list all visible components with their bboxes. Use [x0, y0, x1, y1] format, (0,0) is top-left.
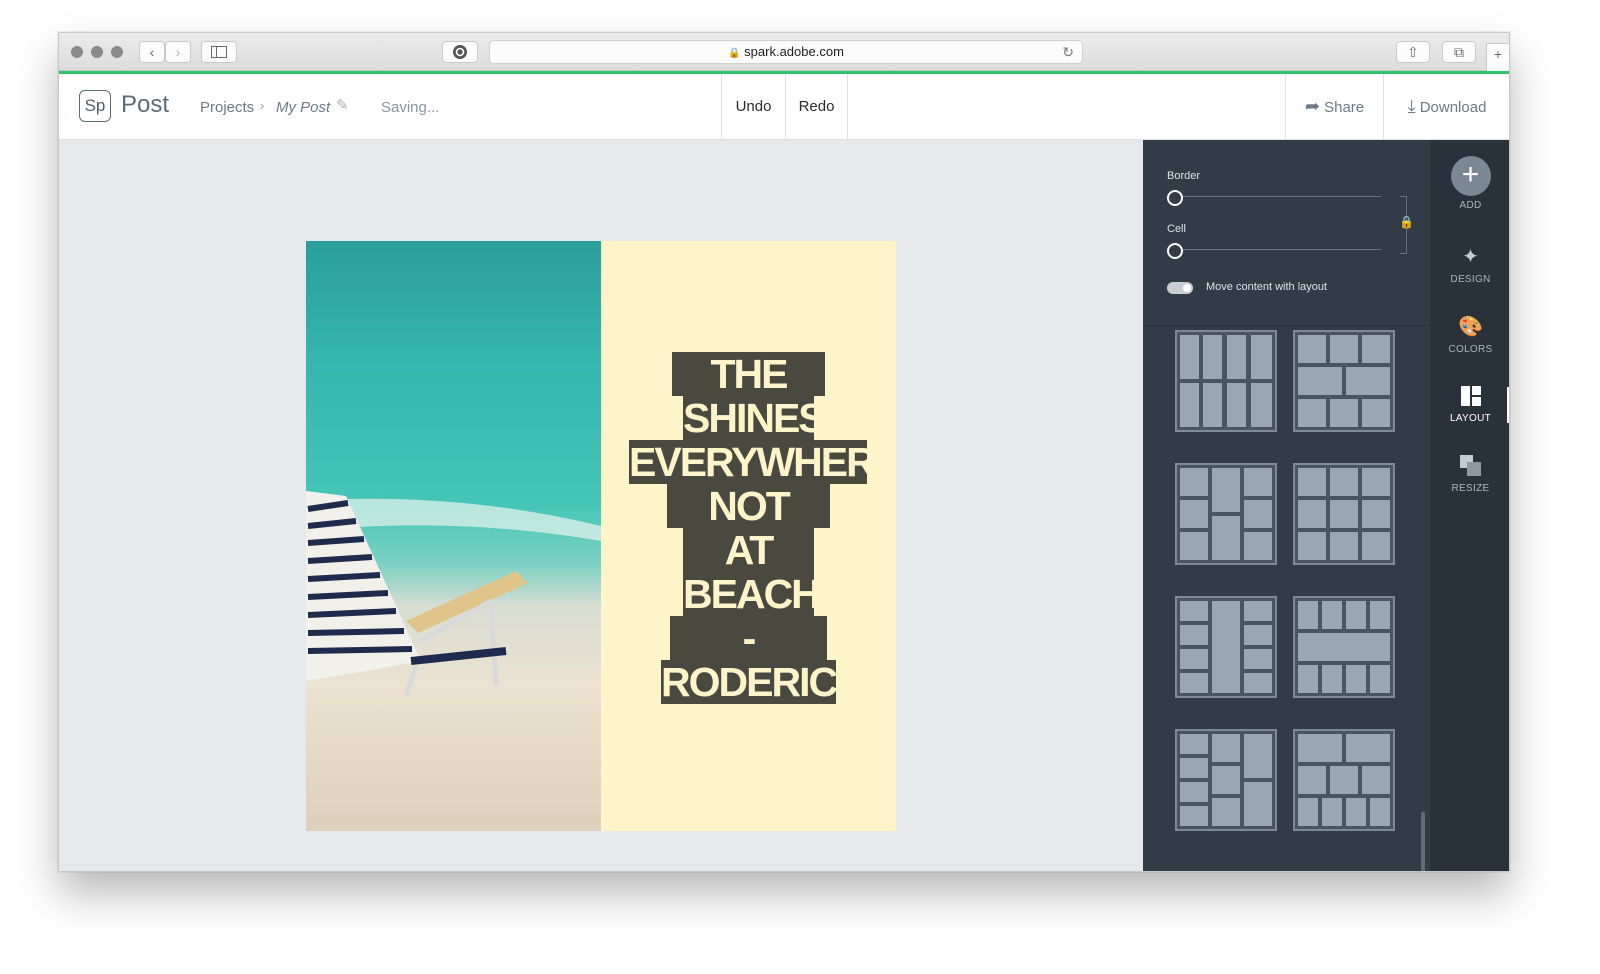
panel-scrollbar[interactable]	[1421, 812, 1425, 871]
layout-option[interactable]	[1293, 463, 1395, 565]
quote-block[interactable]: THE SUN SHINES EVERYWHERE, NOT JUST AT T…	[601, 241, 896, 831]
rail-resize[interactable]: RESIZE	[1430, 453, 1509, 494]
download-icon: ⤓	[1407, 96, 1416, 116]
quote-line: -BRANDE	[670, 616, 835, 704]
tool-rail: + ADD ✦ DESIGN 🎨 COLORS LAYOUT RESIZE	[1430, 140, 1509, 871]
redo-button[interactable]: Redo	[785, 74, 848, 139]
rail-add[interactable]: + ADD	[1430, 156, 1509, 211]
layout-option[interactable]	[1175, 596, 1277, 698]
quote-line: EVERYWHERE,	[629, 439, 896, 485]
plus-icon: +	[1450, 156, 1491, 196]
download-button[interactable]: ⤓ Download	[1383, 74, 1509, 139]
magic-wand-icon: ✦	[1462, 246, 1479, 268]
move-content-toggle[interactable]	[1167, 282, 1193, 294]
cell-label: Cell	[1167, 223, 1186, 235]
pencil-icon[interactable]: ✎	[336, 96, 349, 114]
quote-line: THE SUN	[672, 352, 825, 440]
breadcrumb-separator: ›	[260, 98, 265, 113]
browser-window: ‹ › 🔒 spark.adobe.com ↻ ⇧ ⧉ + Sp Post Pr…	[58, 32, 1510, 872]
quote-line: SHINES	[683, 395, 826, 441]
cell-slider-handle[interactable]	[1167, 243, 1183, 259]
project-name[interactable]: My Post	[276, 99, 330, 116]
save-status: Saving...	[381, 99, 440, 116]
layout-settings: Border Cell 🔒 Move content with layout	[1143, 140, 1430, 326]
cell-slider-track[interactable]	[1177, 249, 1381, 250]
layout-option[interactable]	[1293, 330, 1395, 432]
layout-option[interactable]	[1175, 463, 1277, 565]
app-header: Sp Post Projects › My Post ✎ Saving... U…	[59, 74, 1509, 140]
back-button[interactable]: ‹	[139, 41, 165, 63]
rail-layout-label: LAYOUT	[1449, 413, 1492, 424]
browser-toolbar: ‹ › 🔒 spark.adobe.com ↻ ⇧ ⧉ +	[59, 33, 1509, 71]
border-slider-track[interactable]	[1177, 196, 1381, 197]
app-name: Post	[121, 91, 170, 118]
tabs-overview-button[interactable]: ⧉	[1442, 41, 1476, 63]
layout-panel: Border Cell 🔒 Move content with layout	[1143, 140, 1430, 871]
beach-photo[interactable]	[306, 241, 601, 831]
layout-option[interactable]	[1293, 729, 1395, 831]
minimize-window-button[interactable]	[91, 46, 103, 58]
address-bar[interactable]: 🔒 spark.adobe.com ↻	[489, 40, 1083, 64]
resize-icon	[1430, 453, 1509, 479]
quote-line: AT THE	[683, 528, 814, 616]
breadcrumb-projects[interactable]: Projects	[200, 99, 254, 116]
share-label: Share	[1324, 99, 1365, 116]
forward-button[interactable]: ›	[165, 41, 191, 63]
post-canvas[interactable]: THE SUN SHINES EVERYWHERE, NOT JUST AT T…	[306, 241, 896, 831]
lock-icon: 🔒	[728, 48, 741, 59]
url-text: spark.adobe.com	[744, 44, 844, 59]
share-button[interactable]: ➦ Share	[1285, 74, 1383, 139]
palette-icon: 🎨	[1458, 316, 1483, 338]
beach-chair-illustration	[306, 491, 601, 697]
rail-design[interactable]: ✦ DESIGN	[1430, 244, 1509, 285]
share-sheet-button[interactable]: ⇧	[1396, 41, 1430, 63]
border-label: Border	[1167, 170, 1201, 182]
layout-option[interactable]	[1175, 330, 1277, 432]
chevron-left-icon: ‹	[149, 44, 155, 60]
quote-line: NOT JUST	[667, 484, 830, 572]
tabs-icon: ⧉	[1454, 44, 1464, 60]
new-tab-button[interactable]: +	[1486, 43, 1509, 71]
undo-button[interactable]: Undo	[721, 74, 785, 139]
border-slider-handle[interactable]	[1167, 190, 1183, 206]
lock-icon[interactable]: 🔒	[1399, 215, 1414, 229]
grammarly-icon	[453, 45, 467, 59]
reload-icon[interactable]: ↻	[1062, 41, 1074, 63]
rail-add-label: ADD	[1459, 200, 1482, 211]
close-window-button[interactable]	[71, 46, 83, 58]
rail-layout[interactable]: LAYOUT	[1430, 383, 1509, 424]
new-tab-label: +	[1493, 46, 1503, 62]
share-arrow-icon: ➦	[1304, 96, 1320, 116]
active-tab-indicator	[1507, 387, 1509, 423]
quote-line: BEACH.	[683, 571, 830, 617]
layout-icon	[1430, 383, 1509, 409]
download-label: Download	[1419, 99, 1487, 116]
layout-option[interactable]	[1175, 729, 1277, 831]
rail-colors-label: COLORS	[1448, 344, 1493, 355]
share-sheet-icon: ⇧	[1407, 44, 1419, 60]
layout-option[interactable]	[1293, 596, 1395, 698]
zoom-window-button[interactable]	[111, 46, 123, 58]
sidebar-toggle-button[interactable]	[201, 41, 237, 63]
rail-resize-label: RESIZE	[1451, 483, 1490, 494]
sidebar-icon	[211, 46, 227, 58]
spark-logo[interactable]: Sp	[79, 90, 111, 122]
quote-line: RODERICK	[661, 659, 866, 705]
rail-design-label: DESIGN	[1450, 274, 1491, 285]
move-content-label: Move content with layout	[1206, 281, 1328, 293]
extension-button[interactable]	[442, 41, 478, 63]
rail-colors[interactable]: 🎨 COLORS	[1430, 314, 1509, 355]
chevron-right-icon: ›	[175, 44, 181, 60]
